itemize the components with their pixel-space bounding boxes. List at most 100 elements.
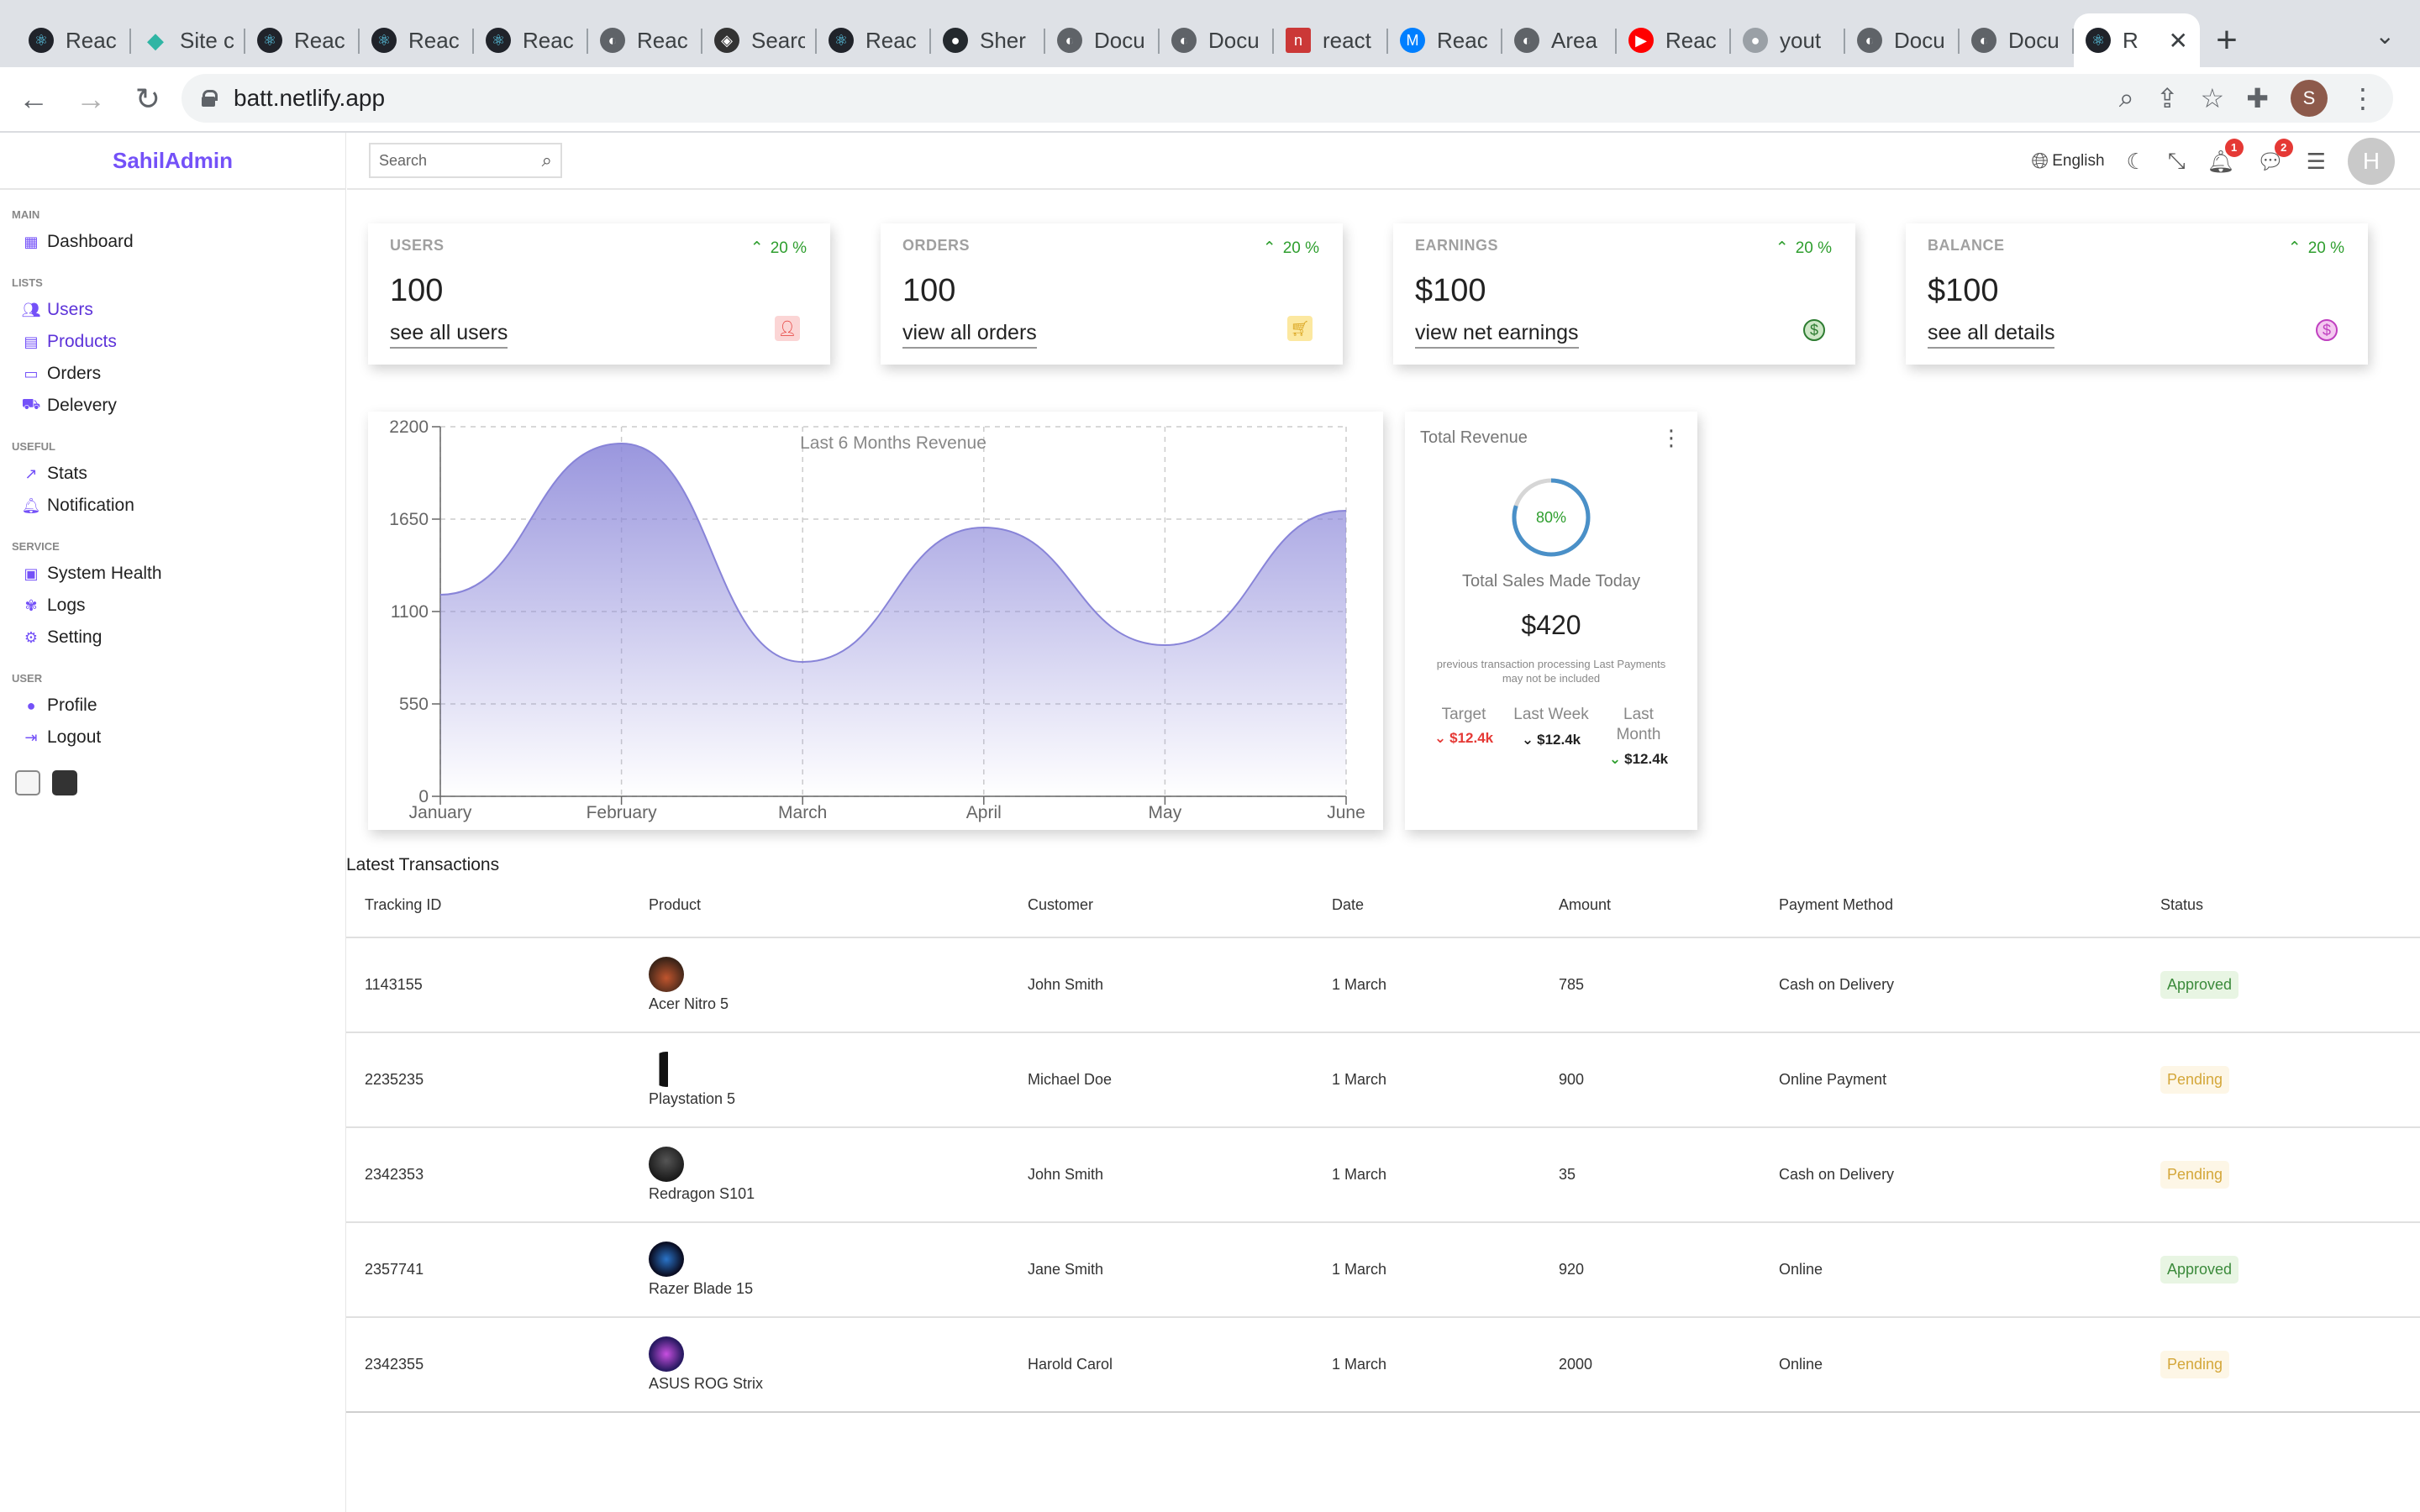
search-icon[interactable]: ⌕ bbox=[542, 150, 552, 171]
bookmark-star-icon[interactable]: ☆ bbox=[2201, 82, 2225, 114]
featured-title: Total Revenue bbox=[1420, 428, 1528, 447]
summary-item-title: Last Month bbox=[1616, 705, 1661, 743]
tracking-id-cell: 2342353 bbox=[346, 1127, 630, 1223]
tab-search-chevron-icon[interactable]: ⌄ bbox=[2375, 22, 2395, 50]
sidebar-item-notification[interactable]: 🔔︎ Notification bbox=[12, 490, 345, 522]
tracking-id-cell: 1143155 bbox=[346, 937, 630, 1033]
column-header[interactable]: Amount bbox=[1540, 874, 1760, 938]
table-row[interactable]: 2357741 Razer Blade 15 Jane Smith 1 March 92… bbox=[346, 1222, 2420, 1318]
lock-icon[interactable] bbox=[202, 90, 218, 107]
browser-tab[interactable]: ● yout bbox=[1731, 13, 1845, 67]
close-tab-icon[interactable]: ✕ bbox=[2169, 27, 2188, 55]
sidebar-item-label: Products bbox=[47, 332, 117, 351]
sidebar-item-orders[interactable]: ▭ Orders bbox=[12, 358, 345, 390]
app-logo[interactable]: SahilAdmin bbox=[0, 133, 345, 190]
progress-label: 80% bbox=[1535, 508, 1567, 526]
sidebar-item-users[interactable]: 👥︎ Users bbox=[12, 294, 345, 326]
zoom-icon[interactable]: ⌕ bbox=[2119, 82, 2134, 114]
sidebar-item-logout[interactable]: ⇥ Logout bbox=[12, 722, 345, 753]
browser-tab[interactable]: M Reac bbox=[1388, 13, 1502, 67]
share-icon[interactable]: ⇪ bbox=[2156, 82, 2179, 114]
widget-earnings: EARNINGS ⌃ 20 % $100 view net earnings $ bbox=[1393, 223, 1855, 365]
browser-tab[interactable]: ◐ Area bbox=[1502, 13, 1617, 67]
sidebar-item-products[interactable]: ▤ Products bbox=[12, 326, 345, 358]
browser-tab[interactable]: ◆ Site c bbox=[131, 13, 245, 67]
browser-menu-icon[interactable]: ⋮ bbox=[2349, 82, 2376, 114]
messages-button[interactable]: 💬︎ 2 bbox=[2257, 138, 2293, 175]
sidebar-item-delevery[interactable]: ⛟ Delevery bbox=[12, 390, 345, 422]
column-header[interactable]: Customer bbox=[1009, 874, 1313, 938]
column-header[interactable]: Status bbox=[2142, 874, 2420, 938]
x-tick-label: January bbox=[409, 803, 472, 822]
widget-counter: $100 bbox=[1415, 273, 1486, 308]
browser-tab[interactable]: ⚛ Reac bbox=[17, 13, 131, 67]
table-row[interactable]: 1143155 Acer Nitro 5 John Smith 1 March 785 C… bbox=[346, 937, 2420, 1033]
total-revenue-card: Total Revenue ⋮ 80% Total Sales Made Tod… bbox=[1405, 412, 1697, 830]
product-cell: ASUS ROG Strix bbox=[630, 1317, 1009, 1413]
notifications-button[interactable]: 🔔︎ 1 bbox=[2207, 138, 2244, 175]
browser-tab[interactable]: n react bbox=[1274, 13, 1388, 67]
column-header[interactable]: Tracking ID bbox=[346, 874, 630, 938]
customer-cell: Jane Smith bbox=[1009, 1222, 1313, 1318]
tab-active[interactable]: ⚛ R ✕ bbox=[2074, 13, 2200, 67]
column-header[interactable]: Product bbox=[630, 874, 1009, 938]
address-bar[interactable]: batt.netlify.app ⌕ ⇪ ☆ ✚ S ⋮ bbox=[182, 74, 2393, 123]
browser-tab[interactable]: ◐ Docu bbox=[1160, 13, 1274, 67]
react-icon: ⚛ bbox=[371, 28, 397, 53]
browser-tab-label: Reac bbox=[865, 27, 917, 53]
url-text[interactable]: batt.netlify.app bbox=[234, 85, 385, 112]
chevron-down-icon: ⌄ bbox=[1608, 751, 1622, 768]
new-tab-button[interactable]: + bbox=[2200, 13, 2254, 67]
browser-tab[interactable]: ◐ Docu bbox=[1045, 13, 1160, 67]
arrow-up-icon: ⌃ bbox=[1775, 239, 1789, 257]
status-cell: Pending bbox=[2142, 1317, 2420, 1413]
browser-profile-avatar[interactable]: S bbox=[2291, 80, 2328, 117]
browser-tab[interactable]: ⚛ Reac bbox=[245, 13, 360, 67]
user-avatar[interactable]: H bbox=[2348, 138, 2395, 185]
sidebar-item-setting[interactable]: ⚙ Setting bbox=[12, 622, 345, 654]
arrow-up-icon: ⌃ bbox=[1262, 239, 1276, 257]
browser-tab[interactable]: ⚛ Reac bbox=[360, 13, 474, 67]
browser-tab[interactable]: ◐ Docu bbox=[1845, 13, 1960, 67]
table-row[interactable]: 2235235 Playstation 5 Michael Doe 1 March 90… bbox=[346, 1032, 2420, 1128]
browser-tab[interactable]: ◈ Searc bbox=[702, 13, 817, 67]
product-image bbox=[649, 1052, 684, 1087]
forward-button[interactable]: → bbox=[67, 76, 114, 123]
browser-tab[interactable]: ● Sher bbox=[931, 13, 1045, 67]
status-cell: Approved bbox=[2142, 1222, 2420, 1318]
extensions-icon[interactable]: ✚ bbox=[2246, 82, 2269, 114]
sidebar-item-dashboard[interactable]: ▦ Dashboard bbox=[12, 226, 345, 258]
browser-tab[interactable]: ▶ Reac bbox=[1617, 13, 1731, 67]
table-row[interactable]: 2342355 ASUS ROG Strix Harold Carol 1 March… bbox=[346, 1317, 2420, 1413]
column-header[interactable]: Date bbox=[1313, 874, 1540, 938]
sidebar-item-profile[interactable]: ● Profile bbox=[12, 690, 345, 722]
light-theme-swatch[interactable] bbox=[15, 770, 40, 795]
more-vert-icon[interactable]: ⋮ bbox=[1660, 425, 1682, 451]
sidebar-item-system-health[interactable]: ▣ System Health bbox=[12, 558, 345, 590]
summary-item-last-month: Last Month ⌄ $12.4k bbox=[1601, 705, 1676, 769]
language-selector[interactable]: 🌐︎ English bbox=[2031, 148, 2104, 175]
sidebar-item-stats[interactable]: ↗ Stats bbox=[12, 458, 345, 490]
fullscreen-exit-button[interactable]: ⤡ bbox=[2168, 148, 2186, 175]
sidebar-item-logs[interactable]: ✾ Logs bbox=[12, 590, 345, 622]
tracking-id-cell: 2235235 bbox=[346, 1032, 630, 1128]
back-button[interactable]: ← bbox=[10, 76, 57, 123]
browser-tab-label: react bbox=[1323, 27, 1371, 53]
reload-button[interactable]: ↻ bbox=[124, 76, 171, 123]
browser-tab[interactable]: ◐ Docu bbox=[1960, 13, 2074, 67]
table-row[interactable]: 2342353 Redragon S101 John Smith 1 March 35 C… bbox=[346, 1127, 2420, 1223]
widget-link[interactable]: view all orders bbox=[902, 321, 1037, 349]
browser-tab[interactable]: ⚛ Reac bbox=[817, 13, 931, 67]
search-input[interactable] bbox=[379, 151, 530, 170]
browser-tab[interactable]: ◐ Reac bbox=[588, 13, 702, 67]
dark-theme-swatch[interactable] bbox=[52, 770, 77, 795]
browser-tab[interactable]: ⚛ Reac bbox=[474, 13, 588, 67]
widget-link[interactable]: view net earnings bbox=[1415, 321, 1579, 349]
column-header[interactable]: Payment Method bbox=[1760, 874, 2142, 938]
amount-cell: 785 bbox=[1540, 937, 1760, 1033]
dark-mode-toggle[interactable]: ☾ bbox=[2127, 149, 2146, 175]
widget-title: EARNINGS bbox=[1415, 237, 1499, 254]
list-menu-button[interactable]: ☰ bbox=[2307, 149, 2326, 175]
widget-link[interactable]: see all users bbox=[390, 321, 508, 349]
widget-link[interactable]: see all details bbox=[1928, 321, 2055, 349]
